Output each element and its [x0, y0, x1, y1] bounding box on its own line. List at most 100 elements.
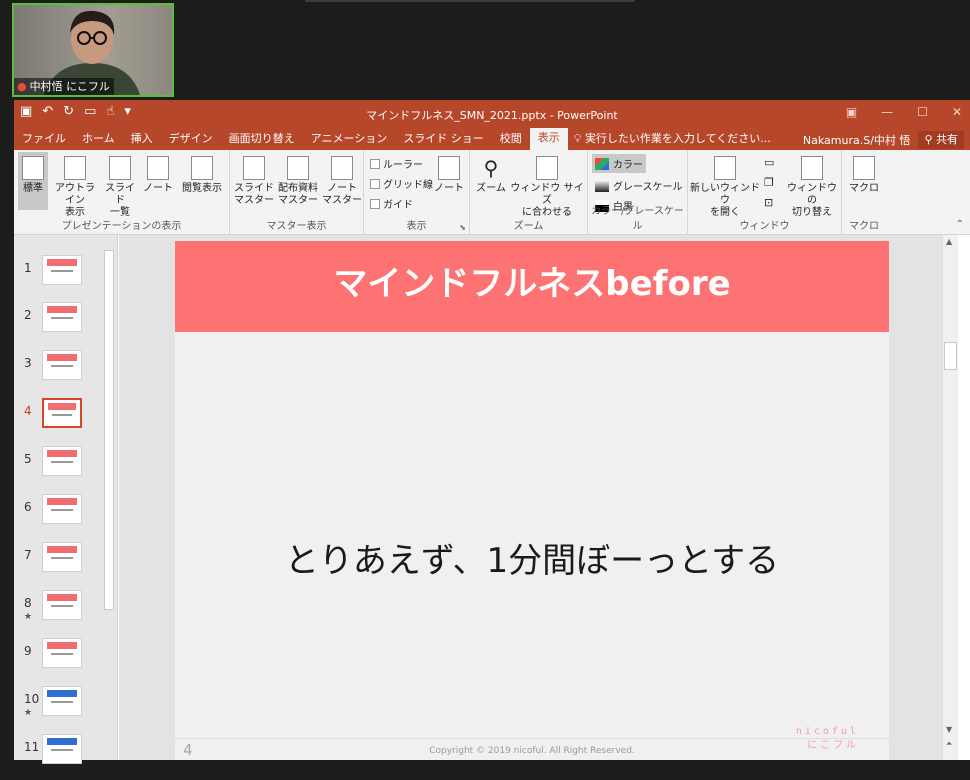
reading-view-icon — [191, 156, 213, 180]
powerpoint-window: ▣ ↶ ↻ ▭ ☝ ▾ マインドフルネス_SMN_2021.pptx - Pow… — [14, 100, 970, 764]
slide-title[interactable]: マインドフルネスbefore — [175, 241, 889, 332]
thumbnail-9[interactable]: 9 — [14, 638, 114, 684]
group-label-color: カラー/グレースケール — [591, 206, 684, 232]
handout-master-button[interactable]: 配布資料 マスター — [276, 152, 320, 207]
logo-text-jp: にこフル — [807, 740, 859, 751]
dialog-launcher-icon[interactable]: ⬊ — [459, 223, 466, 232]
muted-mic-icon: ● — [17, 80, 27, 93]
collapse-ribbon-icon[interactable]: ⌃ — [956, 219, 964, 230]
thumbnail-3[interactable]: 3 — [14, 350, 114, 396]
ribbon-view: 標準 アウトライン 表示 スライド 一覧 ノート 閲覧表示 プレゼンテーションの… — [14, 150, 970, 235]
thumbnail-7[interactable]: 7 — [14, 542, 114, 588]
tab-view[interactable]: 表示 — [529, 128, 568, 150]
switch-windows-icon — [801, 156, 823, 180]
tab-slide-show[interactable]: スライド ショー — [395, 129, 492, 150]
notes-master-button[interactable]: ノート マスター — [322, 152, 362, 207]
new-window-button[interactable]: 新しいウィンドウ を開く — [690, 152, 760, 219]
magnifier-icon: ⚲ — [483, 156, 499, 180]
thumbnail-number: 10 — [24, 692, 40, 706]
group-presentation-views: 標準 アウトライン 表示 スライド 一覧 ノート 閲覧表示 プレゼンテーションの… — [14, 150, 230, 235]
handout-master-icon — [287, 156, 309, 180]
tab-home[interactable]: ホーム — [74, 129, 123, 150]
thumbnail-5[interactable]: 5 — [14, 446, 114, 492]
slide-sorter-button[interactable]: スライド 一覧 — [102, 152, 138, 219]
thumbnail-image — [42, 350, 82, 380]
participant-name-tag: ● 中村悟 にこフル — [14, 78, 114, 95]
fit-to-window-button[interactable]: ウィンドウ サイズ に合わせる — [510, 152, 584, 219]
thumbnail-11[interactable]: 11 — [14, 734, 114, 780]
share-button[interactable]: ⚲ 共有 — [918, 131, 964, 149]
thumbnail-8[interactable]: 8 ★ — [14, 590, 114, 636]
slide-copyright: Copyright © 2019 nicoful. All Right Rese… — [429, 746, 635, 756]
outline-view-label-1: アウトライン — [55, 183, 95, 206]
notes-button[interactable]: ノート — [434, 152, 464, 195]
thumbnail-4[interactable]: 4 — [14, 398, 114, 444]
arrange-all-icon[interactable]: ▭ — [764, 156, 774, 169]
slide-master-icon — [243, 156, 265, 180]
ribbon-display-icon[interactable]: ▣ — [846, 105, 857, 119]
tell-me-box[interactable]: 💡︎ 実行したい作業を入力してください... — [568, 129, 771, 150]
user-name[interactable]: Nakamura.S/中村 悟 — [803, 132, 911, 148]
handout-master-label-2: マスター — [278, 195, 318, 206]
tab-insert[interactable]: 挿入 — [123, 129, 161, 150]
new-window-icon — [714, 156, 736, 180]
share-label: 共有 — [936, 133, 958, 146]
grayscale-label: グレースケール — [613, 182, 683, 193]
fit-to-window-icon — [536, 156, 558, 180]
outline-view-button[interactable]: アウトライン 表示 — [52, 152, 98, 219]
color-button[interactable]: カラー — [592, 154, 646, 173]
gridlines-checkbox[interactable]: グリッド線 — [370, 176, 433, 191]
thumbnail-number: 6 — [24, 500, 32, 514]
scroll-down-icon[interactable]: ▼ — [946, 725, 952, 734]
reading-view-button[interactable]: 閲覧表示 — [178, 152, 226, 195]
slide-scroll-thumb[interactable] — [944, 342, 957, 370]
scroll-up-icon[interactable]: ▲ — [946, 237, 952, 246]
thumbnail-10[interactable]: 10 ★ — [14, 686, 114, 732]
grayscale-button[interactable]: グレースケール — [595, 178, 683, 193]
tab-file[interactable]: ファイル — [14, 129, 74, 150]
thumbnail-number: 2 — [24, 308, 32, 322]
thumbnail-6[interactable]: 6 — [14, 494, 114, 540]
thumbnail-2[interactable]: 2 — [14, 302, 114, 348]
macros-button[interactable]: マクロ — [846, 152, 882, 195]
close-icon[interactable]: ✕ — [952, 105, 962, 119]
slide-body-text[interactable]: とりあえず、1分間ぼーっとする — [175, 533, 889, 582]
thumbnail-number: 8 — [24, 596, 32, 610]
minimize-icon[interactable]: — — [881, 105, 893, 119]
group-window: 新しいウィンドウ を開く ▭ ❐ ⊡ ウィンドウの 切り替え ウィンドウ — [688, 150, 842, 235]
thumbnail-image — [42, 446, 82, 476]
participant-video[interactable]: ● 中村悟 にこフル — [12, 3, 174, 97]
zoom-label: ズーム — [476, 183, 506, 194]
notes-page-button[interactable]: ノート — [142, 152, 174, 195]
notes-master-label-2: マスター — [322, 195, 362, 206]
guides-checkbox[interactable]: ガイド — [370, 196, 413, 211]
lightbulb-icon: 💡︎ — [573, 132, 585, 145]
thumbnail-scrollbar[interactable] — [102, 240, 116, 620]
new-window-label-1: 新しいウィンドウ — [690, 183, 760, 206]
tab-animations[interactable]: アニメーション — [303, 129, 396, 150]
slide-scrollbar[interactable]: ▲ ▼ ⏶ — [942, 235, 958, 760]
previous-slide-icon[interactable]: ⏶ — [946, 739, 952, 749]
normal-view-button[interactable]: 標準 — [18, 152, 48, 210]
move-split-icon[interactable]: ⊡ — [764, 196, 773, 209]
switch-windows-button[interactable]: ウィンドウの 切り替え — [784, 152, 840, 219]
thumbnail-image — [42, 542, 82, 572]
slide-master-label-1: スライド — [234, 183, 274, 194]
cascade-icon[interactable]: ❐ — [764, 176, 774, 189]
thumbnail-scroll-thumb[interactable] — [104, 250, 114, 610]
thumbnail-image — [42, 494, 82, 524]
tab-transitions[interactable]: 画面切り替え — [221, 129, 303, 150]
thumbnail-image — [42, 302, 82, 332]
tab-design[interactable]: デザイン — [161, 129, 221, 150]
outline-view-icon — [64, 156, 86, 180]
ruler-checkbox[interactable]: ルーラー — [370, 156, 423, 171]
ruler-label: ルーラー — [383, 160, 423, 171]
thumbnail-image — [42, 590, 82, 620]
thumbnail-1[interactable]: 1 — [14, 255, 114, 301]
switch-windows-label-1: ウィンドウの — [787, 183, 837, 206]
current-slide[interactable]: マインドフルネスbefore とりあえず、1分間ぼーっとする 4 Copyrig… — [175, 241, 889, 760]
maximize-icon[interactable]: ☐ — [917, 105, 928, 119]
zoom-button[interactable]: ⚲ ズーム — [474, 152, 508, 195]
slide-master-button[interactable]: スライド マスター — [234, 152, 274, 207]
tab-review[interactable]: 校閲 — [492, 129, 530, 150]
